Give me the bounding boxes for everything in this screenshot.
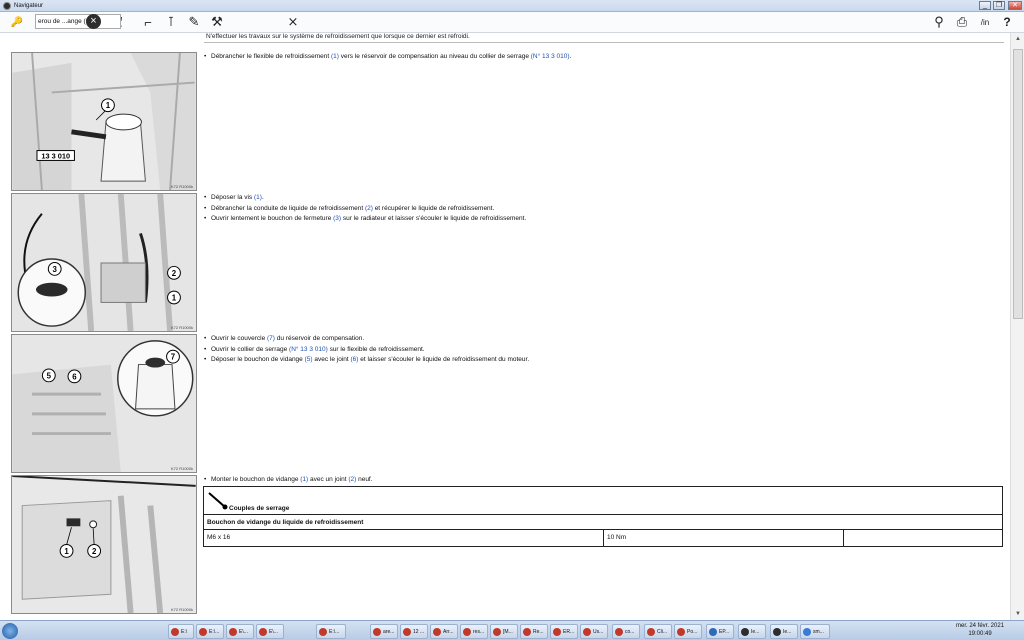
empty-cell — [844, 530, 1002, 546]
taskbar-item[interactable]: Re... — [520, 624, 548, 639]
taskbar-item[interactable]: Arr... — [430, 624, 458, 639]
step-1-illustration: 1 13 3 010 K72 R1000k — [11, 52, 197, 191]
scroll-thumb[interactable] — [1013, 49, 1023, 319]
spanner-icon[interactable]: ⚒ — [206, 14, 228, 30]
repair-document: N'effectuer les travaux sur le système d… — [0, 33, 1010, 620]
taskbar-item[interactable]: 12 ... — [400, 624, 428, 639]
pen-tool-icon[interactable]: ✎ — [183, 14, 205, 30]
taskbar-item[interactable]: EP... — [706, 624, 734, 639]
torque-table-row: M6 x 16 10 Nm — [204, 530, 1002, 546]
vertical-scrollbar[interactable]: ▲ ▼ — [1010, 33, 1024, 620]
step-4-illustration: 1 2 K72 R1000k — [11, 475, 197, 614]
torque-wrench-icon — [208, 492, 228, 510]
window-titlebar: Navigateur _ ❐ ✕ — [0, 0, 1024, 12]
maximize-button[interactable]: ❐ — [993, 1, 1005, 10]
ref-link[interactable]: (1) — [254, 194, 262, 201]
ref-link[interactable]: (5) — [305, 356, 313, 363]
torque-cell: 10 Nm — [604, 530, 844, 546]
taskbar-item[interactable]: E:\ — [168, 624, 194, 639]
taskbar-item[interactable]: Us... — [580, 624, 608, 639]
clock-date: mer. 24 févr. 2021 — [956, 623, 1005, 629]
torque-table-header: Couples de serrage — [204, 487, 1002, 515]
callout-1: 1 — [106, 101, 111, 110]
image-ref: K72 R1000k — [170, 466, 193, 471]
image-ref: K72 R1000k — [170, 325, 193, 330]
bullet: Débrancher la conduite de liquide de ref… — [204, 204, 526, 215]
close-window-button[interactable]: ✕ — [1008, 1, 1022, 10]
step-2-bullets: Déposer la vis (1). Débrancher la condui… — [204, 193, 526, 225]
wrench-icon[interactable]: ⌐ — [137, 14, 159, 30]
bullet: Monter le bouchon de vidange (1) avec un… — [204, 475, 373, 486]
window-title: Navigateur — [14, 2, 44, 9]
bullet: Ouvrir le collier de serrage (N° 13 3 01… — [204, 345, 529, 356]
ref-link[interactable]: (N° 13 3 010) — [289, 346, 328, 353]
callout-2: 2 — [92, 547, 97, 556]
taskbar-item[interactable]: are... — [370, 624, 398, 639]
clear-search-icon[interactable]: × — [86, 14, 101, 29]
bullet: Déposer la vis (1). — [204, 193, 526, 204]
key-tool-icon[interactable]: 🔑 — [4, 14, 30, 30]
search-input[interactable]: erou de ...ange (vid — [35, 14, 121, 29]
start-button[interactable] — [2, 623, 18, 639]
torque-table-title: Couples de serrage — [229, 505, 290, 512]
taskbar-item[interactable]: Po... — [674, 624, 702, 639]
torque-table-subheader: Bouchon de vidange du liquide de refroid… — [204, 515, 1002, 530]
taskbar-item[interactable]: E\... — [226, 624, 254, 639]
ref-link[interactable]: (1) — [331, 53, 339, 60]
crossed-tools-icon[interactable]: ⨯ — [282, 14, 304, 30]
callout-3: 3 — [53, 265, 58, 274]
clock-time: 19:00:49 — [968, 631, 992, 637]
ref-link[interactable]: (3) — [333, 215, 341, 222]
magnifier-icon[interactable]: ⚲ — [929, 14, 949, 30]
torch-icon[interactable]: ⊺ — [160, 14, 182, 30]
toolbar: 🔑 ⤲ ⌐ ⊺ ✎ ⚒ ⨯ ⚲ ⎙ /in ? — [0, 12, 1024, 33]
callout-1: 1 — [64, 547, 69, 556]
callout-2: 2 — [172, 269, 177, 278]
thread-cell: M6 x 16 — [204, 530, 604, 546]
taskbar-item[interactable]: Ie... — [770, 624, 798, 639]
system-clock[interactable]: mer. 24 févr. 2021 19:00:49 — [956, 622, 1004, 638]
help-icon[interactable]: ? — [998, 14, 1016, 30]
step-4-bullets: Monter le bouchon de vidange (1) avec un… — [204, 475, 373, 486]
image-ref: K72 R1000k — [170, 607, 193, 612]
scroll-down-icon[interactable]: ▼ — [1011, 608, 1024, 620]
edit-pen-icon[interactable]: /in — [975, 14, 995, 30]
step-3-illustration: 7 5 6 K72 R1000k — [11, 334, 197, 473]
taskbar-item[interactable]: Ie... — [738, 624, 766, 639]
taskbar-item[interactable]: [M... — [490, 624, 518, 639]
bullet: Débrancher le flexible de refroidissemen… — [204, 52, 571, 63]
taskbar-item[interactable]: E:\... — [316, 624, 346, 639]
divider — [204, 42, 1004, 43]
image-ref: K72 R1000k — [170, 184, 193, 189]
taskbar-item[interactable]: res... — [460, 624, 488, 639]
ref-link[interactable]: (2) — [365, 205, 373, 212]
taskbar-item[interactable]: ER... — [550, 624, 578, 639]
callout-1: 1 — [172, 293, 177, 302]
step-1-bullets: Débrancher le flexible de refroidissemen… — [204, 52, 571, 63]
taskbar-item[interactable]: E:\... — [196, 624, 224, 639]
bullet: Déposer le bouchon de vidange (5) avec l… — [204, 355, 529, 366]
taskbar-item-active[interactable]: sm... — [800, 624, 830, 639]
ref-link[interactable]: (N° 13 3 010) — [531, 53, 570, 60]
safety-note: N'effectuer les travaux sur le système d… — [206, 33, 470, 40]
step-2-illustration: 3 2 1 K72 R1000k — [11, 193, 197, 332]
callout-tool: 13 3 010 — [41, 151, 70, 160]
callout-6: 6 — [72, 372, 77, 381]
bullet: Ouvrir le couvercle (7) du réservoir de … — [204, 334, 529, 345]
torque-table: Couples de serrage Bouchon de vidange du… — [203, 486, 1003, 547]
taskbar-item[interactable]: E\... — [256, 624, 284, 639]
callout-7: 7 — [171, 353, 176, 362]
step-3-bullets: Ouvrir le couvercle (7) du réservoir de … — [204, 334, 529, 366]
printer-icon[interactable]: ⎙ — [952, 14, 972, 30]
minimize-button[interactable]: _ — [979, 1, 991, 10]
scroll-up-icon[interactable]: ▲ — [1011, 33, 1024, 45]
callout-5: 5 — [47, 371, 52, 380]
taskbar-item[interactable]: co... — [612, 624, 640, 639]
taskbar: E:\ E:\... E\... E\... E:\... are... 12 … — [0, 620, 1024, 640]
taskbar-item[interactable]: Cli... — [644, 624, 672, 639]
ref-link[interactable]: (7) — [267, 335, 275, 342]
bmw-logo-icon — [3, 1, 11, 10]
bullet: Ouvrir lentement le bouchon de fermeture… — [204, 214, 526, 225]
